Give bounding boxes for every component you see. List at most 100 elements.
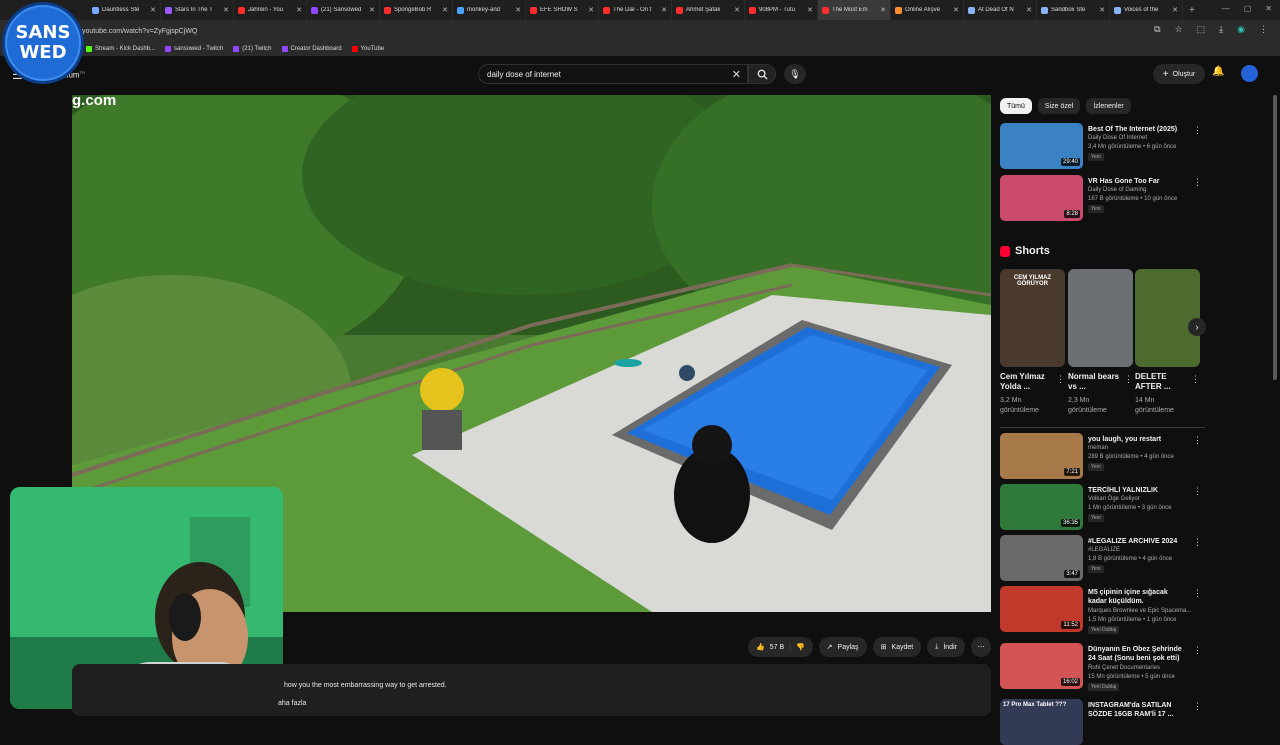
- recommended-video[interactable]: 29:40 Best Of The Internet (2025) Daily Do…: [1000, 123, 1205, 169]
- browser-tab[interactable]: Jahrein - You ✕: [234, 0, 307, 20]
- recommended-video[interactable]: 3:47 #LEGALIZE ARCHIVE 2024 #LEGALIZE 1,8 B…: [1000, 535, 1205, 581]
- filter-chip[interactable]: Size özel: [1037, 98, 1081, 114]
- channel-name[interactable]: Daily Dose of Gaming: [1088, 187, 1146, 193]
- tab-close-icon[interactable]: ✕: [150, 6, 156, 14]
- browser-tab[interactable]: Sandbox Ste ✕: [1037, 0, 1110, 20]
- video-thumbnail[interactable]: 8:28: [1000, 175, 1083, 221]
- browser-tab[interactable]: The Most Em ✕: [818, 0, 891, 20]
- recommended-video[interactable]: 11:52 M5 çipinin içine sığacak kadar küçü…: [1000, 586, 1205, 634]
- short-thumbnail[interactable]: CEM YILMAZ GÖRÜYOR: [1000, 269, 1065, 367]
- video-thumbnail[interactable]: 36:35: [1000, 484, 1083, 530]
- more-vertical-icon[interactable]: ⋮: [1193, 435, 1202, 446]
- more-vertical-icon[interactable]: ⋮: [1193, 125, 1202, 136]
- short-title[interactable]: DELETE AFTER ...: [1135, 372, 1190, 392]
- channel-name[interactable]: Ruhi Çenet Documentaries: [1088, 665, 1160, 671]
- video-thumbnail[interactable]: 7:21: [1000, 433, 1083, 479]
- clear-search-icon[interactable]: ✕: [732, 68, 741, 81]
- tab-close-icon[interactable]: ✕: [369, 6, 375, 14]
- description-more-link[interactable]: aha fazla: [278, 700, 306, 707]
- video-title[interactable]: INSTAGRAM'da SATILAN SÖZDE 16GB RAM'li 1…: [1088, 701, 1188, 719]
- address-bar[interactable]: youtube.com/watch?v=ZyFgjspCjWQ: [0, 20, 1280, 42]
- more-vertical-icon[interactable]: ⋮: [1124, 374, 1133, 385]
- channel-name[interactable]: meman: [1088, 445, 1108, 451]
- page-scrollbar[interactable]: [1273, 95, 1277, 380]
- new-tab-icon[interactable]: +: [1189, 5, 1195, 16]
- short-thumbnail[interactable]: [1068, 269, 1133, 367]
- more-vertical-icon[interactable]: ⋮: [1193, 645, 1202, 656]
- search-button[interactable]: [748, 64, 776, 84]
- tab-close-icon[interactable]: ✕: [442, 6, 448, 14]
- shorts-next-button[interactable]: ›: [1188, 318, 1206, 336]
- video-description[interactable]: how you the most embarrassing way to get…: [72, 664, 991, 716]
- cast-icon[interactable]: ⧉: [1154, 24, 1160, 35]
- search-query[interactable]: daily dose of internet: [487, 70, 561, 79]
- maximize-icon[interactable]: ▢: [1244, 4, 1252, 13]
- browser-menu-icon[interactable]: ⋮: [1259, 24, 1268, 35]
- like-button[interactable]: 👍 57 B | 👎: [748, 637, 813, 657]
- video-title[interactable]: #LEGALIZE ARCHIVE 2024: [1088, 537, 1188, 546]
- tab-close-icon[interactable]: ✕: [880, 6, 886, 14]
- more-vertical-icon[interactable]: ⋮: [1193, 588, 1202, 599]
- short-thumbnail[interactable]: [1135, 269, 1200, 367]
- channel-name[interactable]: Volkan Öge Geliyor: [1088, 496, 1140, 502]
- more-vertical-icon[interactable]: ⋮: [1193, 177, 1202, 188]
- video-thumbnail[interactable]: 16:02: [1000, 643, 1083, 689]
- minimize-icon[interactable]: —: [1222, 4, 1230, 13]
- video-thumbnail[interactable]: 11:52: [1000, 586, 1083, 632]
- bookmark-item[interactable]: YouTube: [351, 46, 384, 52]
- save-button[interactable]: ⊞ Kaydet: [872, 637, 922, 657]
- tab-close-icon[interactable]: ✕: [734, 6, 740, 14]
- recommended-video[interactable]: 7:21 you laugh, you restart meman 289 B gör…: [1000, 433, 1205, 479]
- filter-chip[interactable]: Tümü: [1000, 98, 1032, 114]
- download-button[interactable]: ⤓ İndir: [927, 637, 965, 657]
- browser-tab[interactable]: 908PM - Tutu ✕: [745, 0, 818, 20]
- video-title[interactable]: you laugh, you restart: [1088, 435, 1188, 444]
- bookmark-item[interactable]: (21) Twitch: [233, 46, 272, 52]
- video-title[interactable]: TERCİHLİ YALNIZLIK: [1088, 486, 1188, 495]
- browser-tab[interactable]: Dauntless Ste ✕: [88, 0, 161, 20]
- recommended-video[interactable]: 16:02 Dünyanın En Obez Şehrinde 24 Saat (…: [1000, 643, 1205, 691]
- close-window-icon[interactable]: ✕: [1265, 4, 1272, 13]
- bookmark-item[interactable]: sansowed - Twitch: [165, 46, 223, 52]
- video-thumbnail[interactable]: 17 Pro Max Tablet ???: [1000, 699, 1083, 745]
- more-vertical-icon[interactable]: ⋮: [1056, 374, 1065, 385]
- browser-tab[interactable]: monkey-and ✕: [453, 0, 526, 20]
- recommended-video[interactable]: 36:35 TERCİHLİ YALNIZLIK Volkan Öge Geliyo…: [1000, 484, 1205, 530]
- tab-close-icon[interactable]: ✕: [661, 6, 667, 14]
- channel-name[interactable]: Marques Brownlee ve Epic Spacema...: [1088, 608, 1191, 614]
- bookmark-item[interactable]: Stream - Kick Dashb...: [86, 46, 155, 52]
- bookmark-star-icon[interactable]: ☆: [1175, 24, 1183, 35]
- video-title[interactable]: Dünyanın En Obez Şehrinde 24 Saat (Sonu …: [1088, 645, 1188, 663]
- tab-close-icon[interactable]: ✕: [223, 6, 229, 14]
- video-thumbnail[interactable]: 29:40: [1000, 123, 1083, 169]
- tab-close-icon[interactable]: ✕: [1026, 6, 1032, 14]
- notifications-bell-icon[interactable]: 🔔: [1212, 66, 1224, 77]
- tab-close-icon[interactable]: ✕: [953, 6, 959, 14]
- video-title[interactable]: Best Of The Internet (2025): [1088, 125, 1188, 134]
- tab-close-icon[interactable]: ✕: [296, 6, 302, 14]
- tab-close-icon[interactable]: ✕: [515, 6, 521, 14]
- browser-tab[interactable]: Stars In The T ✕: [161, 0, 234, 20]
- tab-close-icon[interactable]: ✕: [807, 6, 813, 14]
- tab-close-icon[interactable]: ✕: [1099, 6, 1105, 14]
- voice-search-button[interactable]: 🎙: [784, 64, 806, 84]
- filter-chip[interactable]: İzlenenler: [1086, 98, 1131, 114]
- more-vertical-icon[interactable]: ⋮: [1193, 701, 1202, 712]
- bookmark-item[interactable]: Creator Dashboard: [281, 46, 342, 52]
- browser-tab[interactable]: Voices of the ✕: [1110, 0, 1183, 20]
- extensions-icon[interactable]: ⬚: [1197, 24, 1206, 35]
- thumbs-down-icon[interactable]: 👎: [796, 643, 805, 651]
- avatar[interactable]: [1241, 65, 1258, 82]
- url-text[interactable]: youtube.com/watch?v=ZyFgjspCjWQ: [82, 28, 197, 35]
- browser-tab[interactable]: Online Alışve ✕: [891, 0, 964, 20]
- browser-tab[interactable]: Ahmet Şafak ✕: [672, 0, 745, 20]
- search-input[interactable]: daily dose of internet ✕: [478, 64, 748, 84]
- tab-close-icon[interactable]: ✕: [588, 6, 594, 14]
- recommended-video[interactable]: 8:28 VR Has Gone Too Far Daily Dose of Gam…: [1000, 175, 1205, 221]
- tab-close-icon[interactable]: ✕: [1172, 6, 1178, 14]
- video-title[interactable]: M5 çipinin içine sığacak kadar küçüldüm.: [1088, 588, 1188, 606]
- recommended-video[interactable]: 17 Pro Max Tablet ??? INSTAGRAM'da SATILA…: [1000, 699, 1205, 745]
- create-button[interactable]: + Oluştur: [1153, 64, 1205, 84]
- more-vertical-icon[interactable]: ⋮: [1193, 486, 1202, 497]
- browser-tab[interactable]: At Dead Of N ✕: [964, 0, 1037, 20]
